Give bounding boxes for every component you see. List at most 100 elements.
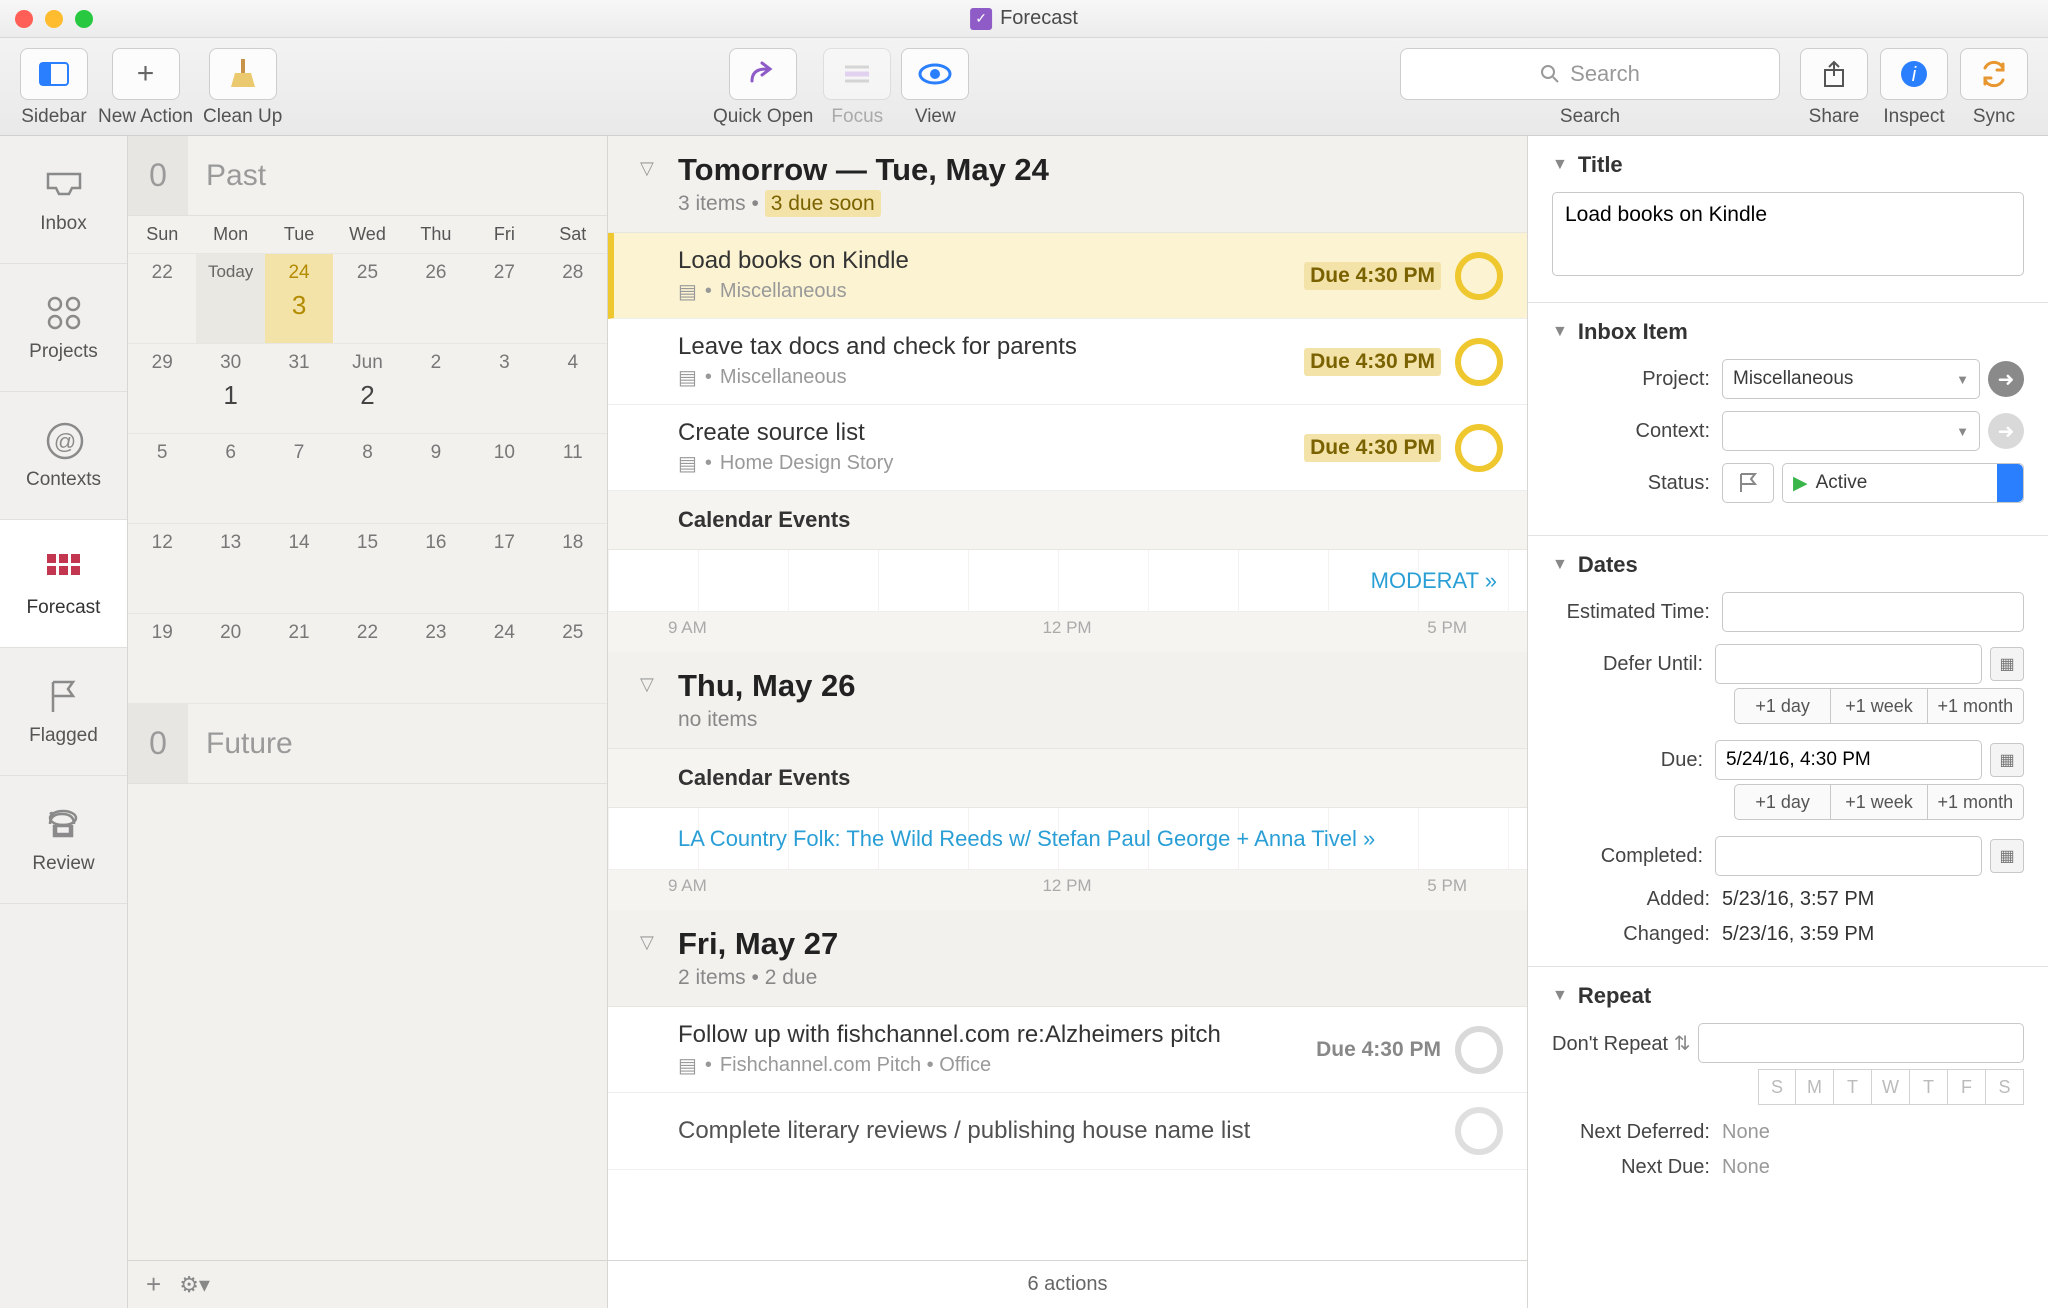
cal-day[interactable]: 8 [333,434,401,523]
completed-field[interactable] [1715,836,1982,876]
repeat-dow[interactable]: S [1758,1069,1796,1105]
title-field[interactable] [1552,192,2024,276]
new-action-button[interactable]: + [112,48,180,100]
cal-day[interactable]: 22 [128,254,196,343]
defer-plus-week[interactable]: +1 week [1831,688,1927,724]
sidebar-item-review[interactable]: Review [0,776,127,904]
cal-day[interactable]: 7 [265,434,333,523]
add-button[interactable]: + [128,1269,179,1300]
focus-button[interactable] [823,48,891,100]
sidebar-item-forecast[interactable]: Forecast [0,520,127,648]
context-select[interactable]: ▼ [1722,411,1980,451]
repeat-dow[interactable]: S [1986,1069,2024,1105]
past-row[interactable]: 0 Past [128,136,607,216]
status-circle[interactable] [1455,1026,1503,1074]
cal-day[interactable]: 21 [265,614,333,703]
cal-day-today[interactable]: Today [196,254,264,343]
task-row[interactable]: Follow up with fishchannel.com re:Alzhei… [608,1007,1527,1093]
cal-day[interactable]: 15 [333,524,401,613]
disclosure-icon[interactable]: ▽ [640,932,654,953]
zoom-window-button[interactable] [75,10,93,28]
cal-day[interactable]: Jun2 [333,344,401,433]
cal-day[interactable]: 2 [402,344,470,433]
cal-day[interactable]: 25 [539,614,607,703]
timeline-event[interactable]: LA Country Folk: The Wild Reeds w/ Stefa… [678,826,1375,852]
repeat-dow[interactable]: W [1872,1069,1910,1105]
share-button[interactable] [1800,48,1868,100]
day-section-header[interactable]: ▽ Thu, May 26 no items [608,652,1527,749]
sidebar-item-flagged[interactable]: Flagged [0,648,127,776]
status-select[interactable]: ▶Active [1782,463,2024,503]
sidebar-item-contexts[interactable]: @ Contexts [0,392,127,520]
task-row[interactable]: Load books on Kindle ▤ • Miscellaneous D… [608,233,1527,319]
close-window-button[interactable] [15,10,33,28]
quick-open-button[interactable] [729,48,797,100]
cal-day[interactable]: 12 [128,524,196,613]
defer-plus-day[interactable]: +1 day [1734,688,1831,724]
cal-day[interactable]: 29 [128,344,196,433]
defer-until-field[interactable] [1715,644,1982,684]
cal-day[interactable]: 31 [265,344,333,433]
cal-day[interactable]: 10 [470,434,538,523]
cal-day[interactable]: 4 [539,344,607,433]
sidebar-toggle-button[interactable] [20,48,88,100]
search-field[interactable]: Search [1400,48,1780,100]
cal-day[interactable]: 9 [402,434,470,523]
cal-day[interactable]: 6 [196,434,264,523]
defer-plus-month[interactable]: +1 month [1928,688,2024,724]
repeat-dow[interactable]: M [1796,1069,1834,1105]
status-circle[interactable] [1455,338,1503,386]
calendar-icon[interactable]: ▦ [1990,839,2024,873]
calendar-icon[interactable]: ▦ [1990,743,2024,777]
cal-day[interactable]: 5 [128,434,196,523]
cal-day[interactable]: 24 [470,614,538,703]
timeline-event[interactable]: MODERAT » [1371,568,1497,594]
task-row[interactable]: Create source list ▤ • Home Design Story… [608,405,1527,491]
status-circle[interactable] [1455,1107,1503,1155]
disclosure-icon[interactable]: ▽ [640,158,654,179]
cal-day[interactable]: 25 [333,254,401,343]
inspector-title-header[interactable]: ▼Title [1552,152,2024,178]
day-section-header[interactable]: ▽ Tomorrow — Tue, May 24 3 items • 3 due… [608,136,1527,233]
cal-day[interactable]: 19 [128,614,196,703]
cal-day-selected[interactable]: 243 [265,254,333,343]
view-button[interactable] [901,48,969,100]
timeline[interactable]: MODERAT » [608,550,1527,612]
cal-day[interactable]: 20 [196,614,264,703]
task-row[interactable]: Complete literary reviews / publishing h… [608,1093,1527,1170]
minimize-window-button[interactable] [45,10,63,28]
cal-day[interactable]: 301 [196,344,264,433]
cal-day[interactable]: 16 [402,524,470,613]
cal-day[interactable]: 18 [539,524,607,613]
inspector-inbox-header[interactable]: ▼Inbox Item [1552,319,2024,345]
sync-button[interactable] [1960,48,2028,100]
repeat-dow[interactable]: F [1948,1069,1986,1105]
due-field[interactable] [1715,740,1982,780]
project-select[interactable]: Miscellaneous▼ [1722,359,1980,399]
calendar-icon[interactable]: ▦ [1990,647,2024,681]
clean-up-button[interactable] [209,48,277,100]
day-section-header[interactable]: ▽ Fri, May 27 2 items • 2 due [608,910,1527,1007]
disclosure-icon[interactable]: ▽ [640,674,654,695]
due-plus-month[interactable]: +1 month [1928,784,2024,820]
sidebar-item-inbox[interactable]: Inbox [0,136,127,264]
inspect-button[interactable]: i [1880,48,1948,100]
task-row[interactable]: Leave tax docs and check for parents ▤ •… [608,319,1527,405]
cal-day[interactable]: 13 [196,524,264,613]
due-plus-day[interactable]: +1 day [1734,784,1831,820]
flag-toggle[interactable] [1722,463,1774,503]
cal-day[interactable]: 17 [470,524,538,613]
timeline[interactable]: LA Country Folk: The Wild Reeds w/ Stefa… [608,808,1527,870]
future-row[interactable]: 0 Future [128,704,607,784]
repeat-dow[interactable]: T [1910,1069,1948,1105]
cal-day[interactable]: 22 [333,614,401,703]
cal-day[interactable]: 23 [402,614,470,703]
cal-day[interactable]: 28 [539,254,607,343]
estimated-time-field[interactable] [1722,592,2024,632]
go-to-context-button[interactable]: ➜ [1988,413,2024,449]
go-to-project-button[interactable]: ➜ [1988,361,2024,397]
cal-day[interactable]: 26 [402,254,470,343]
status-circle[interactable] [1455,424,1503,472]
cal-day[interactable]: 3 [470,344,538,433]
inspector-dates-header[interactable]: ▼Dates [1552,552,2024,578]
